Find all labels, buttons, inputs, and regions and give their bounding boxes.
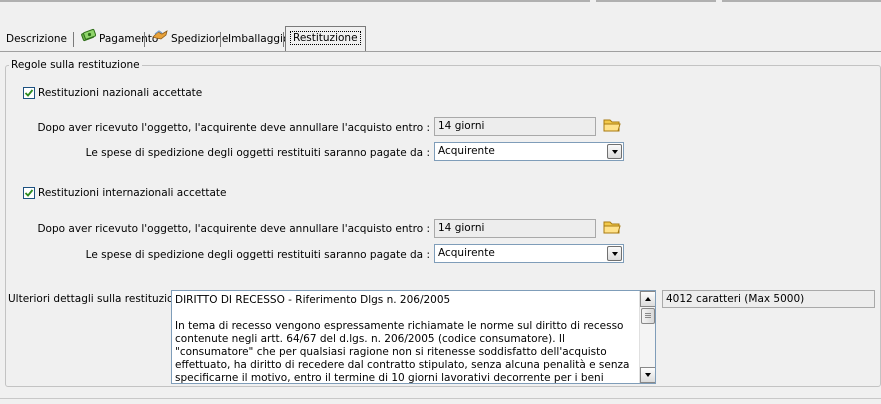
toolbar-edge <box>0 0 590 2</box>
scroll-up-button[interactable] <box>640 291 655 307</box>
toolbar-edge <box>722 0 881 2</box>
chevron-down-icon[interactable] <box>607 144 622 159</box>
vertical-scrollbar[interactable] <box>639 291 655 383</box>
domestic-cost-label: Le spese di spedizione degli oggetti res… <box>85 147 430 159</box>
details-textarea[interactable]: DIRITTO DI RECESSO - Riferimento Dlgs n.… <box>171 290 656 384</box>
scroll-thumb[interactable] <box>641 308 655 324</box>
scroll-down-button[interactable] <box>640 367 655 383</box>
domestic-returns-checkbox[interactable]: Restituzioni nazionali accettate <box>23 87 202 99</box>
international-cost-select[interactable]: Acquirente <box>434 244 624 263</box>
toolbar-edge <box>596 0 716 2</box>
tab-restituzione[interactable]: Restituzione <box>285 26 366 51</box>
folder-icon[interactable] <box>602 218 622 236</box>
character-counter: 4012 caratteri (Max 5000) <box>662 290 875 308</box>
domestic-period-field: 14 giorni <box>434 117 596 136</box>
details-text[interactable]: DIRITTO DI RECESSO - Riferimento Dlgs n.… <box>175 294 640 383</box>
checkbox-label: Restituzioni nazionali accettate <box>38 87 203 99</box>
tab-separator <box>73 32 74 47</box>
tab-label: Imballaggio <box>228 33 290 45</box>
bottom-divider <box>0 398 881 399</box>
checkbox-box[interactable] <box>23 187 35 199</box>
checkbox-box[interactable] <box>23 87 35 99</box>
international-returns-checkbox[interactable]: Restituzioni internazionali accettate <box>23 187 227 199</box>
details-label: Ulteriori dettagli sulla restituzione : <box>8 293 194 305</box>
window-top-strip <box>0 0 881 4</box>
group-title: Regole sulla restituzione <box>9 59 142 71</box>
tab-descrizione[interactable]: Descrizione <box>2 28 71 51</box>
checkbox-label: Restituzioni internazionali accettate <box>38 187 227 199</box>
tab-separator <box>220 32 221 47</box>
select-value: Acquirente <box>438 247 495 259</box>
chevron-down-icon[interactable] <box>607 246 622 261</box>
select-value: Acquirente <box>438 145 495 157</box>
tab-divider <box>0 51 881 52</box>
money-icon <box>81 28 97 50</box>
shipping-icon <box>152 28 168 50</box>
check-icon <box>24 189 34 197</box>
international-cost-label: Le spese di spedizione degli oggetti res… <box>85 249 430 261</box>
tab-separator <box>283 32 284 47</box>
tab-separator <box>144 32 145 47</box>
check-icon <box>24 89 34 97</box>
tab-label: Descrizione <box>6 33 67 45</box>
domestic-period-label: Dopo aver ricevuto l'oggetto, l'acquiren… <box>37 122 430 134</box>
domestic-cost-select[interactable]: Acquirente <box>434 142 624 161</box>
tab-label: Restituzione <box>290 31 361 45</box>
international-period-field: 14 giorni <box>434 219 596 238</box>
folder-icon[interactable] <box>602 116 622 134</box>
international-period-label: Dopo aver ricevuto l'oggetto, l'acquiren… <box>37 223 430 235</box>
